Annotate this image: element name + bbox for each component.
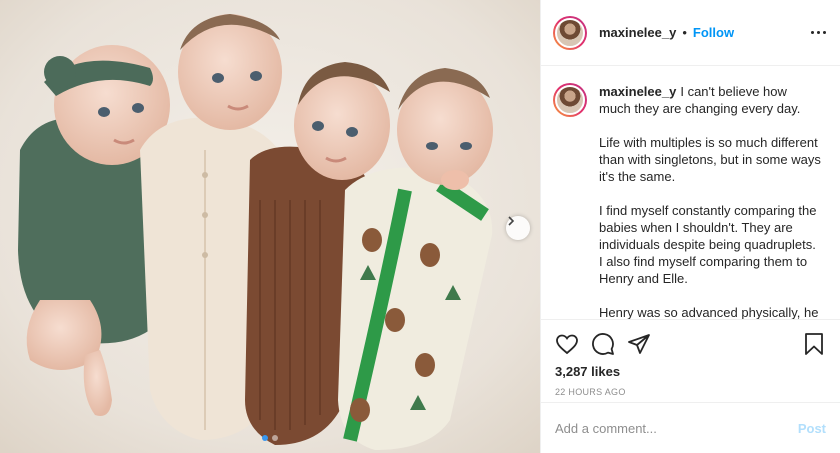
header-username[interactable]: maxinelee_y [599,25,676,40]
post-sidebar: maxinelee_y • Follow maxinelee_y I can't … [540,0,840,453]
carousel-dot [272,435,278,441]
header-user-block: maxinelee_y • Follow [599,25,734,40]
comments-section[interactable]: maxinelee_y I can't believe how much they… [541,66,840,320]
caption-text: maxinelee_y I can't believe how much they… [599,83,821,320]
instagram-post: maxinelee_y • Follow maxinelee_y I can't … [0,0,840,453]
paper-plane-icon[interactable] [627,332,651,356]
add-comment-bar: Post [541,402,840,453]
babies-photo-illustration [0,0,540,453]
caption-avatar-image [555,85,585,115]
caption-paragraph-1: maxinelee_y I can't believe how much they… [599,83,821,117]
likes-count[interactable]: 3,287 likes [541,360,840,379]
comment-icon[interactable] [591,332,615,356]
next-photo-button[interactable] [506,216,530,240]
caption-row: maxinelee_y I can't believe how much they… [553,83,826,320]
avatar-image [555,17,585,48]
comment-input[interactable] [555,420,798,436]
follow-button[interactable]: Follow [693,25,734,40]
more-options-icon[interactable] [811,27,826,38]
avatar[interactable] [553,15,587,50]
header-separator: • [682,25,687,40]
caption-username[interactable]: maxinelee_y [599,84,676,99]
bookmark-icon[interactable] [802,332,826,356]
heart-icon[interactable] [555,332,579,356]
action-bar [541,320,840,360]
caption-paragraph-3: I find myself constantly comparing the b… [599,203,817,286]
post-header: maxinelee_y • Follow [541,0,840,66]
caption-paragraph-2: Life with multiples is so much different… [599,135,821,184]
carousel-dot-active [262,435,268,441]
carousel-dots [0,435,540,441]
post-photo[interactable] [0,0,540,453]
chevron-right-icon [508,216,515,226]
caption-avatar[interactable] [553,83,587,117]
caption-paragraph-4: Henry was so advanced physically, he was… [599,305,819,320]
post-comment-button[interactable]: Post [798,421,826,436]
post-timestamp[interactable]: 22 HOURS AGO [541,379,840,404]
